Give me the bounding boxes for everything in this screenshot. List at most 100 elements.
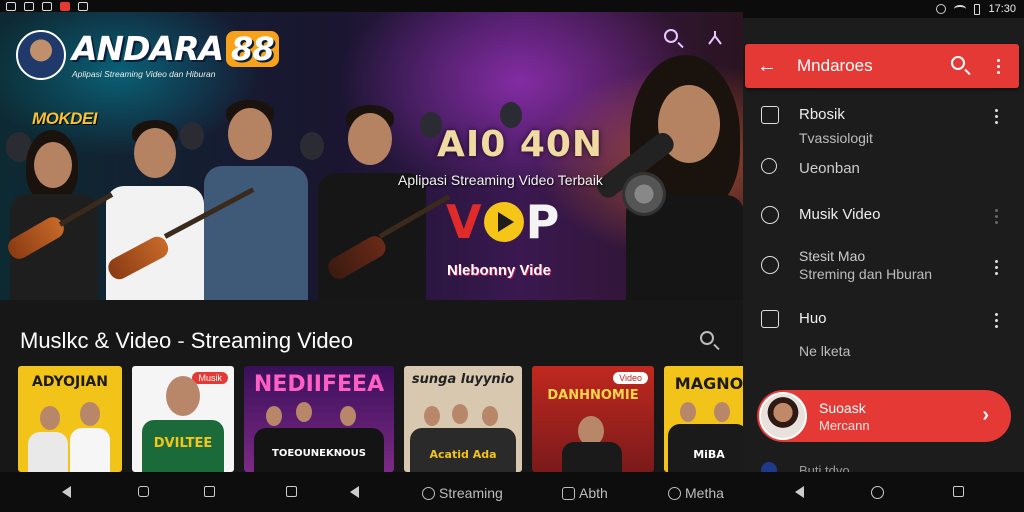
message-icon — [24, 1, 34, 11]
microphone-icon — [622, 172, 666, 216]
back-icon[interactable] — [62, 486, 71, 498]
logo-letter-v: V — [446, 195, 482, 249]
hero-tagline: Aplipasi Streaming Video Terbaik — [398, 172, 603, 188]
drawer-title: Mndaroes — [797, 56, 873, 75]
thumbnail-title: DVILTEE — [153, 436, 213, 451]
section-title: Muslkc & Video - Streaming Video — [20, 328, 353, 354]
app-notification-icon — [60, 1, 70, 11]
thumbnail-title: NEDIIFEEA — [253, 372, 385, 397]
brand-logo: ANDARA 88 — [72, 31, 279, 67]
drawer-item-subtitle: Tvassiologit — [799, 130, 873, 146]
section-title-sub: Streaming Video — [190, 328, 354, 353]
search-icon[interactable] — [699, 330, 719, 350]
drawer-item-stesit-mao[interactable]: Stesit Mao Streming dan Hburan — [743, 248, 1024, 288]
brand-header[interactable]: ANDARA 88 Aplipasi Streaming Video dan H… — [16, 30, 279, 80]
thumbnail-title: DANHNOMIE — [547, 388, 639, 403]
hero-banner[interactable]: ANDARA 88 Aplipasi Streaming Video dan H… — [0, 12, 743, 300]
drawer-item-label: Stesit Mao — [799, 248, 866, 264]
tab-label: Abth — [579, 485, 608, 501]
video-thumbnail[interactable]: sunga luyynio Acatid Ada — [404, 366, 522, 472]
tab-abth[interactable]: Abth — [562, 485, 608, 501]
drawer-item-label: Huo — [799, 310, 827, 327]
more-options-icon[interactable] — [995, 209, 999, 224]
share-icon[interactable] — [705, 28, 725, 48]
hero-headline: AI0 40N — [437, 124, 604, 165]
chevron-right-icon[interactable]: › — [982, 404, 989, 427]
status-bar — [0, 0, 743, 12]
brand-subtitle: Aplipasi Streaming Video dan Hiburan — [72, 69, 216, 79]
video-thumbnail[interactable]: ADYOJIAN — [18, 366, 122, 472]
alarm-icon — [936, 4, 947, 14]
video-thumbnail[interactable]: MAGNO MiBA — [664, 366, 743, 472]
drawer-item-label: Rbosik — [799, 106, 845, 123]
recents-icon[interactable] — [204, 486, 215, 497]
drawer-item-subtitle: Streming dan Hburan — [799, 266, 933, 282]
heart-icon — [422, 486, 435, 500]
square-icon — [562, 486, 575, 500]
wifi-icon — [42, 1, 52, 11]
more-options-icon[interactable] — [995, 109, 999, 124]
section-title-dash: - — [171, 328, 191, 353]
video-thumbnail[interactable]: Video DANHNOMIE — [532, 366, 654, 472]
performer-guitarist-2 — [200, 100, 312, 300]
navigation-bar: Streaming Abth Metha — [0, 472, 743, 512]
drawer-item-ueonban[interactable]: Ueonban — [743, 158, 1024, 182]
avatar — [759, 392, 807, 440]
back-icon[interactable] — [350, 486, 359, 498]
thumbnail-badge: Video — [613, 372, 648, 384]
drawer-item-rbosik[interactable]: Rbosik — [743, 104, 1024, 128]
square-icon[interactable] — [286, 486, 297, 497]
thumbnail-title: sunga luyynio — [411, 372, 515, 387]
drawer-app-bar: ← Mndaroes — [745, 44, 1019, 88]
drawer-item-musik-video[interactable]: Musik Video — [743, 204, 1024, 228]
pill-title: Suoask — [819, 400, 866, 416]
thumbnail-badge: Musik — [192, 372, 228, 384]
thumbnail-title: MAGNO — [674, 374, 743, 393]
thumbnail-title: ADYOJIAN — [32, 374, 108, 390]
back-arrow-icon[interactable]: ← — [757, 56, 777, 76]
navigation-bar — [743, 472, 1024, 512]
drawer-item-subtitle: Ne lketa — [799, 343, 851, 359]
play-icon — [483, 202, 524, 242]
home-icon[interactable] — [138, 486, 149, 497]
brand-number-badge: 88 — [226, 31, 279, 67]
search-icon — [761, 158, 777, 174]
more-options-icon[interactable] — [995, 313, 999, 328]
video-thumbnail[interactable]: NEDIIFEEA TOEOUNEKNOUS — [244, 366, 394, 472]
search-icon — [668, 486, 681, 500]
hero-tag: MOKDEI — [32, 109, 98, 128]
drawer-item-huo[interactable]: Huo — [743, 308, 1024, 332]
section-title-main: Muslkc & Video — [20, 328, 172, 353]
video-app-logo: V P — [446, 197, 559, 247]
more-options-icon[interactable] — [995, 260, 999, 275]
avatar[interactable] — [16, 30, 66, 80]
thumbnail-subtitle: MiBA — [693, 448, 725, 461]
share-icon — [761, 310, 779, 328]
now-playing-pill[interactable]: Suoask Mercann › — [757, 390, 1011, 442]
download-icon — [78, 1, 88, 11]
drawer-screen: 17:30 ← Mndaroes Rbosik Tvassiologit Ueo… — [743, 0, 1024, 512]
drawer-item-label: Musik Video — [799, 206, 881, 223]
logo-subtitle: Nlebonny Vide — [447, 262, 551, 279]
more-options-icon[interactable] — [997, 59, 1001, 74]
home-icon[interactable] — [871, 486, 884, 499]
brand-name: ANDARA — [72, 29, 224, 68]
tab-metha[interactable]: Metha — [668, 485, 724, 501]
thumbnail-row: ADYOJIAN Musik DVILTEE NEDIIFEEA TOEOUNE… — [18, 366, 743, 472]
tab-label: Streaming — [439, 485, 503, 501]
search-icon[interactable] — [950, 55, 970, 75]
search-icon[interactable] — [663, 28, 683, 48]
status-bar: 17:30 — [743, 0, 1024, 18]
thumbnail-subtitle: Acatid Ada — [429, 448, 497, 461]
logo-letter-p: P — [525, 195, 560, 249]
back-icon[interactable] — [795, 486, 804, 498]
video-thumbnail[interactable]: Musik DVILTEE — [132, 366, 234, 472]
tab-streaming[interactable]: Streaming — [422, 485, 503, 501]
content-section: Muslkc & Video - Streaming Video ADYOJIA… — [0, 300, 743, 472]
performer-woman — [4, 130, 104, 300]
thumbnail-subtitle: TOEOUNEKNOUS — [272, 448, 366, 459]
recents-icon[interactable] — [953, 486, 964, 497]
bookmark-icon — [761, 106, 779, 124]
status-time: 17:30 — [988, 3, 1016, 15]
tab-label: Metha — [685, 485, 724, 501]
